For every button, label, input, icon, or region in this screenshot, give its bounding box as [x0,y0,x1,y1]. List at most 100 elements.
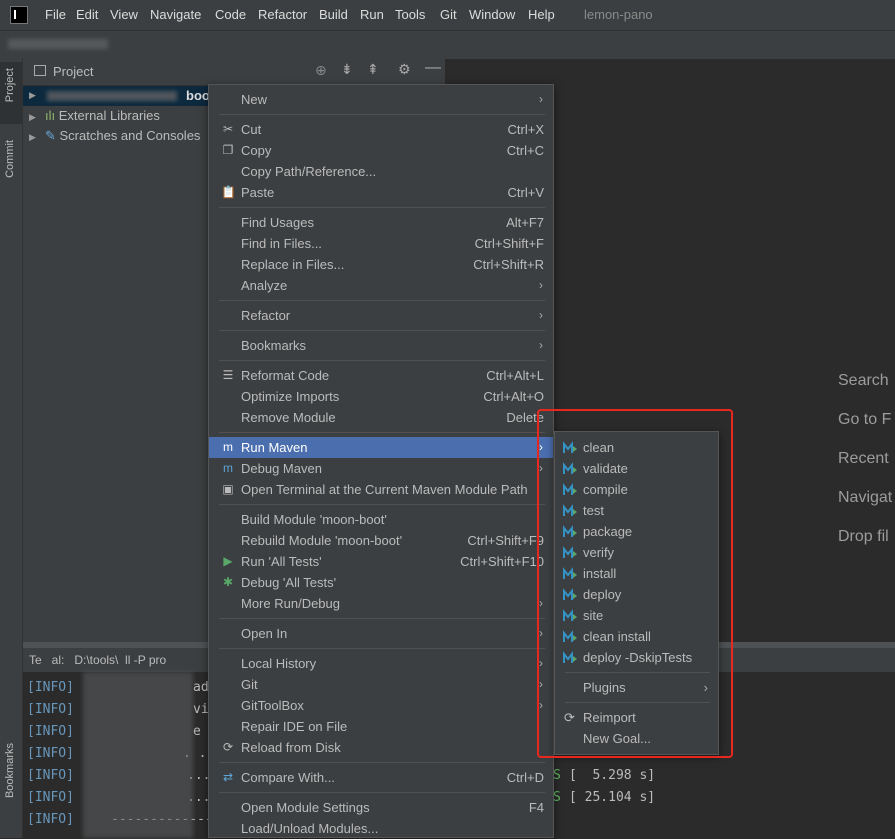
menu-item-debug-all-tests[interactable]: ✱ Debug 'All Tests' [209,572,553,593]
separator [219,330,545,331]
menu-tools[interactable]: Tools [395,7,425,22]
expand-arrow-icon[interactable]: ▶ [29,127,39,147]
menu-window[interactable]: Window [469,7,515,22]
menu-run[interactable]: Run [360,7,384,22]
menu-item-copy-path[interactable]: Copy Path/Reference... [209,161,553,182]
hint-drop-files: Drop fil [838,528,889,545]
terminal-time: [ 5.298 s] [569,768,656,783]
menu-item-reload-from-disk[interactable]: ⟳ Reload from Disk [209,737,553,758]
folder-icon [34,65,46,76]
menu-item-compare-with[interactable]: ⇄ Compare With... Ctrl+D [209,767,553,788]
separator [219,432,545,433]
tree-row-module[interactable]: ▶ boo [23,86,210,106]
terminal-line-tail: vi [193,702,209,717]
menu-item-copy[interactable]: ❐ Copy Ctrl+C [209,140,553,161]
terminal-line: [INFO] [27,812,74,827]
menu-bar: File Edit View Navigate Code Refactor Bu… [0,0,895,30]
terminal-line: [INFO] [27,790,74,805]
menu-item-gittoolbox[interactable]: GitToolBox › [209,695,553,716]
minimize-icon[interactable]: — [425,59,441,77]
bookmarks-tool-label: Bookmarks [4,743,16,799]
menu-item-load-unload-modules[interactable]: Load/Unload Modules... [209,818,553,839]
terminal-tab[interactable]: Te al: D:\tools\ ll -P pro [29,653,166,667]
menu-item-repair-ide[interactable]: Repair IDE on File [209,716,553,737]
separator [219,792,545,793]
menu-item-remove-module[interactable]: Remove Module Delete [209,407,553,428]
terminal-redacted [83,672,193,838]
terminal-status: S [553,790,561,805]
project-tool-label: Project [4,68,16,103]
tree-row-scratches[interactable]: ▶ ✎ Scratches and Consoles [23,126,209,146]
menu-help[interactable]: Help [528,7,555,22]
menu-item-local-history[interactable]: Local History › [209,653,553,674]
commit-tool-label: Commit [4,140,16,178]
cut-icon: ✂ [222,122,234,136]
terminal-line: [INFO] [27,702,74,717]
separator [219,360,545,361]
menu-item-open-module-settings[interactable]: Open Module Settings F4 [209,797,553,818]
menu-item-find-in-files[interactable]: Find in Files... Ctrl+Shift+F [209,233,553,254]
menu-item-more-run-debug[interactable]: More Run/Debug › [209,593,553,614]
terminal-line: [INFO] [27,746,74,761]
menu-item-replace-in-files[interactable]: Replace in Files... Ctrl+Shift+R [209,254,553,275]
terminal-line-tail: ad [193,680,209,695]
menu-item-open-in[interactable]: Open In › [209,623,553,644]
tree-row-external-libraries[interactable]: ▶ ılı External Libraries [23,106,209,126]
navigation-bar [0,30,895,59]
tree-row-label: boo [186,88,210,103]
reformat-icon: ☰ [222,368,234,382]
project-panel-header: Project ⊕ ⇟ ⇞ ⚙ — [23,58,445,86]
menu-item-find-usages[interactable]: Find Usages Alt+F7 [209,212,553,233]
menu-item-paste[interactable]: 📋 Paste Ctrl+V [209,182,553,203]
hint-navigation: Navigat [838,489,893,506]
collapse-all-icon[interactable]: ⇞ [367,61,379,78]
expand-arrow-icon[interactable]: ▶ [29,90,39,101]
menu-item-rebuild-module[interactable]: Rebuild Module 'moon-boot' Ctrl+Shift+F9 [209,530,553,551]
menu-item-debug-maven[interactable]: m Debug Maven › [209,458,553,479]
menu-edit[interactable]: Edit [76,7,98,22]
hint-goto-file: Go to F [838,411,892,428]
menu-refactor[interactable]: Refactor [258,7,307,22]
menu-item-cut[interactable]: ✂ Cut Ctrl+X [209,119,553,140]
menu-git[interactable]: Git [440,7,457,22]
breadcrumb-redacted [8,39,108,49]
menu-item-run-all-tests[interactable]: ▶ Run 'All Tests' Ctrl+Shift+F10 [209,551,553,572]
menu-item-build-module[interactable]: Build Module 'moon-boot' [209,509,553,530]
gear-icon[interactable]: ⚙ [398,61,411,78]
project-tree: ▶ boo ▶ ılı External Libraries ▶ ✎ Scratch… [23,86,210,646]
window-title: lemon-pano [584,7,653,22]
scratches-icon: ✎ [45,128,60,143]
terminal-line: [INFO] [27,680,74,695]
locate-icon[interactable]: ⊕ [315,62,327,79]
menu-code[interactable]: Code [215,7,246,22]
submenu-arrow-icon: › [539,92,543,106]
terminal-status: S [553,768,561,783]
submenu-arrow-icon: › [539,308,543,322]
tree-row-label: Scratches and Consoles [59,128,201,143]
menu-navigate[interactable]: Navigate [150,7,201,22]
terminal-line: [INFO] [27,768,74,783]
module-name-redacted [47,91,177,101]
project-tool-tab[interactable]: Project [0,62,22,124]
maven-debug-icon: m [223,461,233,475]
expand-all-icon[interactable]: ⇟ [341,61,353,78]
menu-item-new[interactable]: New › [209,89,553,110]
hint-recent: Recent [838,450,889,467]
menu-item-analyze[interactable]: Analyze › [209,275,553,296]
menu-view[interactable]: View [110,7,138,22]
menu-item-git[interactable]: Git › [209,674,553,695]
library-icon: ılı [45,108,59,123]
terminal-icon: ▣ [222,482,234,496]
debug-icon: ✱ [222,575,234,589]
expand-arrow-icon[interactable]: ▶ [29,107,39,127]
menu-item-refactor[interactable]: Refactor › [209,305,553,326]
menu-build[interactable]: Build [319,7,348,22]
left-tool-strip: Project Commit Bookmarks [0,58,23,838]
menu-item-bookmarks[interactable]: Bookmarks › [209,335,553,356]
menu-item-reformat-code[interactable]: ☰ Reformat Code Ctrl+Alt+L [209,365,553,386]
menu-item-run-maven[interactable]: m Run Maven › [209,437,553,458]
menu-file[interactable]: File [45,7,66,22]
menu-item-open-terminal-maven[interactable]: ▣ Open Terminal at the Current Maven Modu… [209,479,553,500]
separator [219,207,545,208]
menu-item-optimize-imports[interactable]: Optimize Imports Ctrl+Alt+O [209,386,553,407]
